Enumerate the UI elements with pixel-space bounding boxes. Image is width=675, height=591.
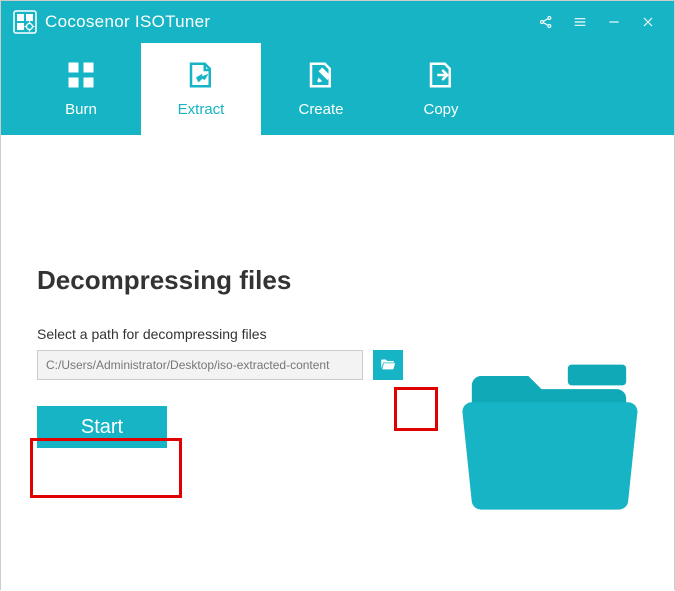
app-logo-icon bbox=[13, 10, 37, 34]
path-input[interactable] bbox=[37, 350, 363, 380]
browse-button[interactable] bbox=[373, 350, 403, 380]
burn-grid-icon bbox=[66, 60, 96, 95]
tab-create-label: Create bbox=[298, 101, 343, 118]
close-icon[interactable] bbox=[634, 8, 662, 36]
highlight-browse bbox=[394, 387, 438, 431]
titlebar: Cocosenor ISOTuner bbox=[1, 1, 674, 43]
folder-illustration-icon bbox=[454, 359, 644, 519]
create-icon bbox=[306, 60, 336, 95]
start-button-label: Start bbox=[81, 416, 123, 438]
tab-create[interactable]: Create bbox=[261, 43, 381, 135]
minimize-icon[interactable] bbox=[600, 8, 628, 36]
tab-extract[interactable]: Extract bbox=[141, 43, 261, 135]
main-content: Decompressing files Select a path for de… bbox=[1, 135, 674, 591]
tab-burn-label: Burn bbox=[65, 101, 97, 118]
tab-extract-label: Extract bbox=[178, 101, 225, 118]
tab-copy[interactable]: Copy bbox=[381, 43, 501, 135]
tab-copy-label: Copy bbox=[423, 101, 458, 118]
extract-icon bbox=[186, 60, 216, 95]
tab-burn[interactable]: Burn bbox=[21, 43, 141, 135]
page-title: Decompressing files bbox=[37, 265, 638, 296]
menu-icon[interactable] bbox=[566, 8, 594, 36]
copy-icon bbox=[426, 60, 456, 95]
start-button[interactable]: Start bbox=[37, 406, 167, 448]
app-title: Cocosenor ISOTuner bbox=[45, 12, 210, 32]
instruction-text: Select a path for decompressing files bbox=[37, 326, 638, 342]
folder-open-icon bbox=[379, 355, 397, 376]
share-icon[interactable] bbox=[532, 8, 560, 36]
tab-bar: Burn Extract Create Copy bbox=[1, 43, 674, 135]
